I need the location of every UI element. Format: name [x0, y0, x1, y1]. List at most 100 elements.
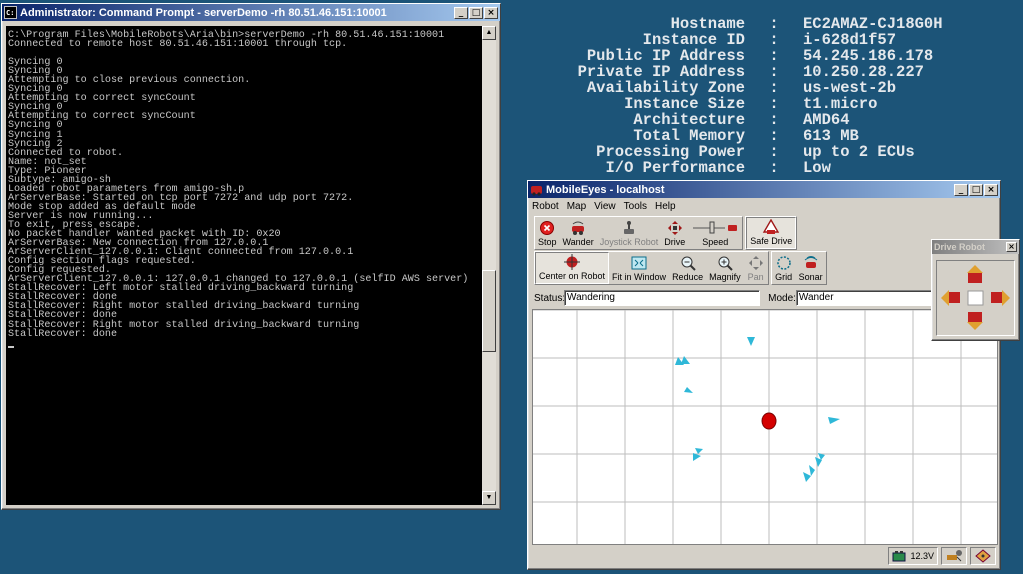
- sysinfo-label: Architecture: [633, 111, 745, 129]
- scroll-up-button[interactable]: ▲: [482, 26, 496, 40]
- reduce-button[interactable]: Reduce: [669, 252, 706, 284]
- close-button[interactable]: ×: [484, 6, 498, 19]
- sysinfo-separator: :: [769, 31, 779, 49]
- status-bar: 12.3V: [532, 546, 996, 566]
- sysinfo-separator: :: [769, 15, 779, 33]
- cmd-icon: C:: [4, 6, 17, 19]
- sysinfo-separator: :: [769, 127, 779, 145]
- sysinfo-label: I/O Performance: [605, 159, 745, 177]
- scroll-down-button[interactable]: ▼: [482, 491, 496, 505]
- drive-status[interactable]: [970, 547, 996, 565]
- sonar-reading: [681, 356, 690, 364]
- map-view[interactable]: [532, 309, 998, 545]
- minimize-button[interactable]: _: [454, 6, 468, 19]
- scroll-thumb[interactable]: [482, 270, 496, 353]
- menu-view[interactable]: View: [594, 201, 616, 212]
- magnify-button[interactable]: Magnify: [706, 252, 744, 284]
- sysinfo-row: Hostname: EC2AMAZ-CJ18G0H: [520, 16, 1020, 32]
- view-toolbar: Center on Robot Fit in Window Reduce Mag…: [534, 251, 829, 285]
- joystick-icon: [623, 221, 634, 234]
- sysinfo-value: 54.245.186.178: [803, 47, 934, 65]
- window-title: Drive Robot: [934, 242, 986, 252]
- svg-text:C:: C:: [6, 9, 14, 17]
- sysinfo-value: i-628d1f57: [803, 31, 897, 49]
- command-prompt-window[interactable]: C: Administrator: Command Prompt - serve…: [1, 3, 501, 510]
- grid-toggle[interactable]: Grid: [772, 252, 796, 284]
- sysinfo-separator: :: [769, 159, 779, 177]
- window-title: MobileEyes - localhost: [546, 183, 665, 196]
- console-line: Connected to remote host 80.51.46.151:10…: [8, 39, 348, 51]
- drive-robot-window[interactable]: Drive Robot ×: [931, 239, 1020, 341]
- console-scrollbar[interactable]: ▲ ▼: [482, 26, 496, 505]
- wander-button[interactable]: Wander: [560, 217, 597, 249]
- console-line: StallRecover: done: [8, 328, 118, 340]
- robot-connection-icon: [947, 550, 962, 562]
- minimize-button[interactable]: _: [954, 183, 968, 196]
- map-canvas[interactable]: [533, 310, 998, 545]
- menu-bar: Robot Map View Tools Help: [528, 198, 1000, 215]
- console-line: Syncing 0: [8, 57, 63, 69]
- drive-left-arrow[interactable]: [941, 290, 960, 306]
- menu-help[interactable]: Help: [655, 201, 676, 212]
- console-line: Attempting to correct syncCount: [8, 93, 196, 105]
- sysinfo-label: Total Memory: [633, 127, 745, 145]
- robot-marker[interactable]: [761, 412, 777, 430]
- stop-button[interactable]: Stop: [535, 217, 560, 249]
- sysinfo-separator: :: [769, 79, 779, 97]
- drive-forward-arrow[interactable]: [967, 265, 983, 283]
- command-prompt-titlebar[interactable]: C: Administrator: Command Prompt - serve…: [2, 4, 500, 21]
- console-line: Syncing 1: [8, 129, 63, 141]
- connection-status[interactable]: [941, 547, 967, 565]
- center-robot-icon: [564, 254, 581, 270]
- center-on-robot-toggle[interactable]: Center on Robot: [535, 252, 610, 284]
- sysinfo-separator: :: [769, 95, 779, 113]
- sonar-reading: [803, 472, 811, 482]
- drive-diamond-icon: [975, 549, 991, 563]
- system-info-panel: Hostname: EC2AMAZ-CJ18G0H Instance ID: i-62…: [520, 16, 1020, 176]
- sysinfo-separator: :: [769, 47, 779, 65]
- menu-map[interactable]: Map: [567, 201, 586, 212]
- close-button[interactable]: ×: [984, 183, 998, 196]
- sysinfo-row: Availability Zone: us-west-2b: [520, 80, 1020, 96]
- console-line: Attempting to correct syncCount: [8, 111, 196, 123]
- sonar-reading: [684, 387, 693, 393]
- speed-slider-icon: [693, 221, 738, 234]
- drive-robot-titlebar[interactable]: Drive Robot ×: [932, 240, 1019, 254]
- drive-backward-arrow[interactable]: [967, 312, 983, 330]
- menu-tools[interactable]: Tools: [624, 201, 647, 212]
- fit-in-window-button[interactable]: Fit in Window: [609, 252, 669, 284]
- console-output[interactable]: C:\Program Files\MobileRobots\Aria\bin>s…: [6, 26, 482, 505]
- mobileeyes-window[interactable]: MobileEyes - localhost _ □ × Robot Map Vie…: [527, 180, 1001, 570]
- menu-robot[interactable]: Robot: [532, 201, 559, 212]
- robot-toolbar: Stop Wander Joystick Robot Drive Speed S…: [534, 216, 799, 250]
- sysinfo-row: I/O Performance: Low: [520, 160, 1020, 176]
- wander-robot-icon: [572, 221, 585, 235]
- sysinfo-separator: :: [769, 111, 779, 129]
- speed-slider[interactable]: Speed: [688, 217, 742, 249]
- drive-button[interactable]: Drive: [661, 217, 688, 249]
- status-row: Status: Wandering Mode: Wander: [534, 289, 994, 307]
- drive-right-arrow[interactable]: [991, 290, 1010, 306]
- console-line: Attempting to close previous connection.: [8, 75, 251, 87]
- sysinfo-row: Processing Power: up to 2 ECUs: [520, 144, 1020, 160]
- drive-center-button[interactable]: [967, 290, 984, 306]
- grid-icon: [776, 256, 791, 270]
- sysinfo-row: Instance Size: t1.micro: [520, 96, 1020, 112]
- sysinfo-value: up to 2 ECUs: [803, 143, 915, 161]
- sysinfo-value: 10.250.28.227: [803, 63, 924, 81]
- drive-pad[interactable]: [936, 260, 1015, 336]
- sysinfo-label: Processing Power: [596, 143, 745, 161]
- pan-button[interactable]: Pan: [744, 252, 768, 284]
- close-button[interactable]: ×: [1006, 242, 1017, 252]
- mode-label: Mode:: [768, 292, 796, 304]
- safe-drive-toggle[interactable]: Safe Drive: [746, 217, 797, 249]
- maximize-button[interactable]: □: [469, 6, 483, 19]
- mobileeyes-titlebar[interactable]: MobileEyes - localhost _ □ ×: [528, 181, 1000, 198]
- battery-icon: [892, 551, 906, 562]
- sonar-toggle[interactable]: Sonar: [796, 252, 826, 284]
- maximize-button[interactable]: □: [969, 183, 983, 196]
- joystick-robot-button[interactable]: Joystick Robot: [597, 217, 662, 249]
- fit-window-icon: [631, 256, 647, 270]
- status-field: Wandering: [564, 290, 761, 306]
